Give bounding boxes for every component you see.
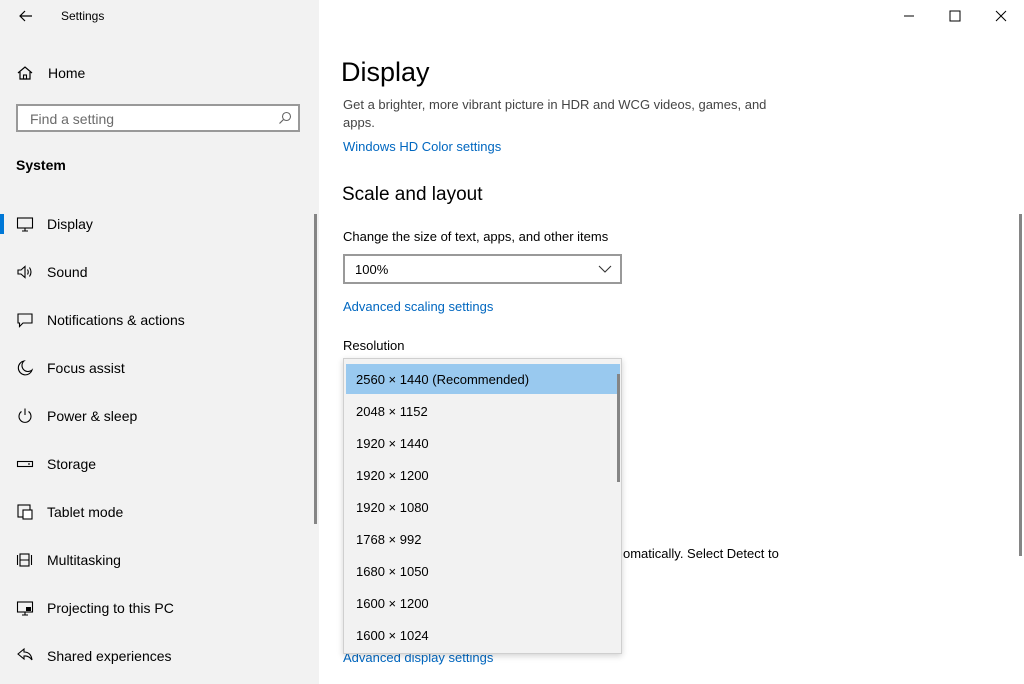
hdr-description: Get a brighter, more vibrant picture in … bbox=[343, 97, 767, 130]
resolution-option[interactable]: 1600 × 1200 bbox=[346, 588, 620, 618]
home-link[interactable]: Home bbox=[16, 62, 85, 84]
sidebar-item-storage[interactable]: Storage bbox=[0, 444, 319, 484]
tablet-icon bbox=[17, 504, 33, 520]
sidebar-item-label: Shared experiences bbox=[47, 648, 172, 664]
resolution-option[interactable]: 1920 × 1200 bbox=[346, 460, 620, 490]
search-icon[interactable] bbox=[278, 111, 292, 125]
sidebar-item-label: Projecting to this PC bbox=[47, 600, 174, 616]
detect-description-text: omatically. Select Detect to bbox=[623, 546, 779, 561]
search-input[interactable] bbox=[28, 109, 272, 129]
home-icon bbox=[17, 66, 33, 80]
sidebar-item-label: Tablet mode bbox=[47, 504, 124, 520]
speaker-icon bbox=[17, 265, 32, 279]
resolution-option-label: 1920 × 1440 bbox=[356, 435, 429, 451]
resolution-option[interactable]: 2048 × 1152 bbox=[346, 396, 620, 426]
shared-icon bbox=[17, 647, 33, 661]
resolution-dropdown-list: 2560 × 1440 (Recommended) 2048 × 1152 19… bbox=[343, 358, 622, 654]
sidebar-item-sound[interactable]: Sound bbox=[0, 252, 319, 292]
resolution-option[interactable]: 1600 × 1024 bbox=[346, 620, 620, 650]
resolution-option-label: 1600 × 1024 bbox=[356, 627, 429, 643]
main-scrollbar[interactable] bbox=[1019, 214, 1022, 556]
resolution-label: Resolution bbox=[343, 338, 405, 353]
resolution-option[interactable]: 1768 × 992 bbox=[346, 524, 620, 554]
resolution-option-label: 1600 × 1200 bbox=[356, 595, 429, 611]
storage-icon bbox=[16, 460, 34, 468]
sidebar-item-label: Display bbox=[47, 216, 93, 232]
sidebar-item-projecting[interactable]: Projecting to this PC bbox=[0, 588, 319, 628]
back-button[interactable] bbox=[12, 4, 40, 28]
resolution-option-label: 1768 × 992 bbox=[356, 531, 422, 547]
advanced-scaling-settings-link[interactable]: Advanced scaling settings bbox=[343, 299, 493, 314]
resolution-option[interactable]: 1920 × 1080 bbox=[346, 492, 620, 522]
sidebar-item-label: Notifications & actions bbox=[47, 312, 185, 328]
maximize-icon bbox=[949, 10, 961, 22]
sidebar-item-label: Storage bbox=[47, 456, 97, 472]
app-title: Settings bbox=[61, 9, 105, 23]
home-label: Home bbox=[48, 65, 86, 81]
minimize-button[interactable] bbox=[886, 0, 932, 32]
close-button[interactable] bbox=[978, 0, 1024, 32]
back-arrow-icon bbox=[19, 10, 32, 22]
resolution-option[interactable]: 2560 × 1440 (Recommended) bbox=[346, 364, 620, 394]
section-label-system: System bbox=[16, 157, 66, 173]
resolution-option-label: 1920 × 1080 bbox=[356, 499, 429, 515]
sidebar: Settings Home System Display Sound bbox=[0, 0, 319, 684]
scale-dropdown[interactable]: 100% bbox=[343, 254, 622, 284]
resolution-option-label: 2560 × 1440 (Recommended) bbox=[356, 371, 530, 387]
resolution-option[interactable]: 1920 × 1440 bbox=[346, 428, 620, 458]
sidebar-item-label: Focus assist bbox=[47, 360, 125, 376]
sidebar-item-tablet-mode[interactable]: Tablet mode bbox=[0, 492, 319, 532]
page-title: Display bbox=[341, 57, 430, 87]
multitasking-icon bbox=[16, 553, 33, 567]
resolution-option-label: 2048 × 1152 bbox=[356, 403, 428, 419]
sidebar-item-label: Multitasking bbox=[47, 552, 121, 568]
maximize-button[interactable] bbox=[932, 0, 978, 32]
sidebar-item-power-sleep[interactable]: Power & sleep bbox=[0, 396, 319, 436]
search-box[interactable] bbox=[16, 104, 300, 132]
sidebar-item-focus-assist[interactable]: Focus assist bbox=[0, 348, 319, 388]
close-icon bbox=[995, 10, 1007, 22]
chevron-down-icon bbox=[598, 265, 612, 273]
notification-icon bbox=[17, 313, 33, 328]
scale-value: 100% bbox=[355, 262, 389, 277]
moon-icon bbox=[17, 360, 34, 376]
dropdown-scrollbar[interactable] bbox=[617, 374, 620, 482]
monitor-icon bbox=[16, 217, 34, 232]
scale-layout-heading: Scale and layout bbox=[342, 184, 483, 205]
sidebar-item-label: Sound bbox=[47, 264, 88, 280]
power-icon bbox=[18, 408, 32, 423]
resolution-option[interactable]: 1680 × 1050 bbox=[346, 556, 620, 586]
windows-hd-color-settings-link[interactable]: Windows HD Color settings bbox=[343, 139, 501, 154]
sidebar-item-label: Power & sleep bbox=[47, 408, 138, 424]
sidebar-item-display[interactable]: Display bbox=[0, 204, 319, 244]
resolution-option-label: 1920 × 1200 bbox=[356, 467, 429, 483]
resolution-option-label: 1680 × 1050 bbox=[356, 563, 429, 579]
sidebar-item-multitasking[interactable]: Multitasking bbox=[0, 540, 319, 580]
sidebar-scrollbar[interactable] bbox=[314, 214, 317, 524]
sidebar-item-shared-experiences[interactable]: Shared experiences bbox=[0, 636, 319, 676]
scale-label: Change the size of text, apps, and other… bbox=[343, 229, 609, 244]
sidebar-item-notifications[interactable]: Notifications & actions bbox=[0, 300, 319, 340]
minimize-icon bbox=[904, 15, 914, 17]
projecting-icon bbox=[16, 601, 34, 616]
